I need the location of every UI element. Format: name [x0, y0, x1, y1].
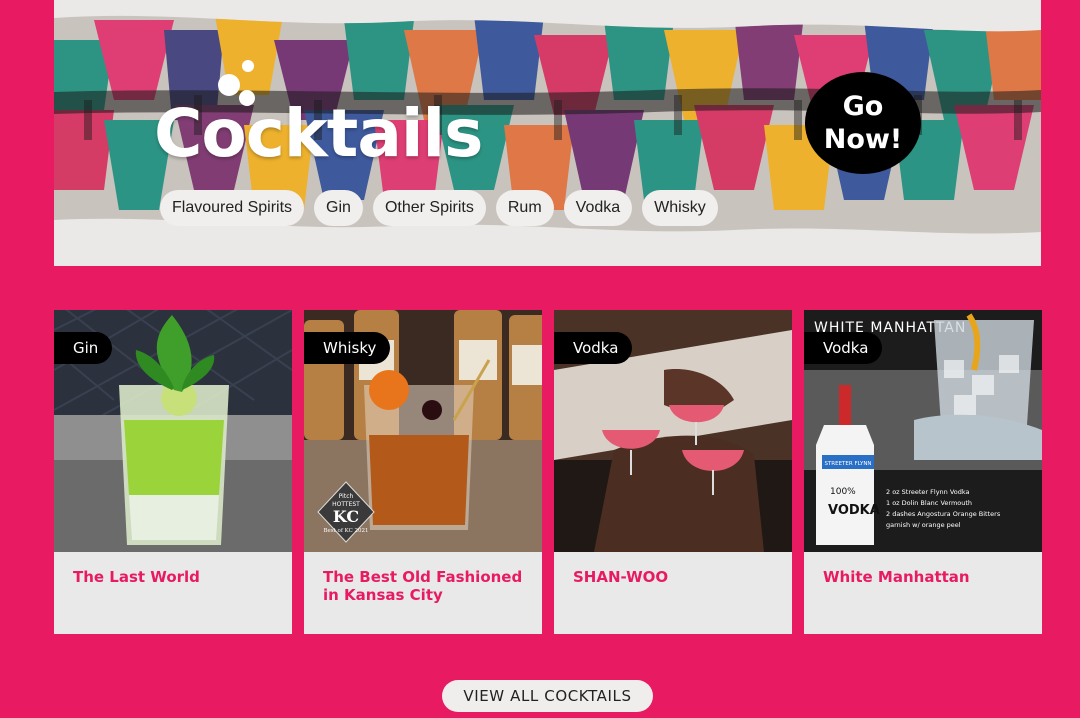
cocktail-photo: Vodka	[554, 310, 792, 552]
bottle-label: VODKA	[828, 503, 880, 518]
cocktail-title: White Manhattan	[823, 568, 970, 586]
cocktail-photo: WHITE MANHATTAN STREETER FLYNN 100% VODK…	[804, 310, 1042, 552]
go-now-line2: Now!	[823, 124, 903, 155]
category-tag: Vodka	[804, 332, 883, 364]
category-pill-whisky[interactable]: Whisky	[642, 190, 718, 226]
cocktail-card[interactable]: WHITE MANHATTAN STREETER FLYNN 100% VODK…	[804, 310, 1042, 634]
bottle-brand: STREETER FLYNN	[824, 461, 871, 467]
cocktails-banner: Cocktails Go Now! Flavoured Spirits Gin …	[54, 0, 1041, 266]
category-pill-rum[interactable]: Rum	[495, 190, 554, 226]
badge-text-1: Pitch	[339, 493, 354, 500]
badge-text-4: Best of KC 2021	[323, 528, 368, 534]
recipe-line: 2 dashes Angostura Orange Bitters	[886, 510, 1001, 518]
recipe-line: garnish w/ orange peel	[886, 521, 961, 529]
recipe-line: 1 oz Dolin Blanc Vermouth	[886, 499, 972, 507]
cocktail-photo: Gin	[54, 310, 292, 552]
badge-text-3: KC	[333, 507, 359, 526]
go-now-line1: Go	[842, 91, 884, 122]
category-tag: Vodka	[554, 332, 633, 364]
cocktail-card[interactable]: Vodka SHAN-WOO	[554, 310, 792, 634]
cocktail-title: SHAN-WOO	[573, 568, 669, 586]
view-all-cocktails-button[interactable]: VIEW ALL COCKTAILS	[442, 680, 653, 712]
category-tag: Gin	[54, 332, 113, 364]
category-pill-gin[interactable]: Gin	[314, 190, 363, 226]
bubble-decoration	[242, 60, 254, 72]
cocktail-title: The Last World	[73, 568, 200, 586]
category-pill-other-spirits[interactable]: Other Spirits	[372, 190, 486, 226]
bubble-decoration	[218, 74, 240, 96]
cocktail-card[interactable]: Gin The Last World	[54, 310, 292, 634]
cocktail-card-grid: Gin The Last World Pitch HOTTEST KC Best…	[54, 310, 1042, 634]
category-tag: Whisky	[304, 332, 391, 364]
cocktail-title: The Best Old Fashioned in Kansas City	[323, 568, 523, 604]
cocktail-card[interactable]: Pitch HOTTEST KC Best of KC 2021 Whisky …	[304, 310, 542, 634]
recipe-line: 2 oz Streeter Flynn Vodka	[886, 488, 970, 496]
category-pill-vodka[interactable]: Vodka	[563, 190, 633, 226]
cocktail-photo: Pitch HOTTEST KC Best of KC 2021 Whisky	[304, 310, 542, 552]
category-pill-flavoured-spirits[interactable]: Flavoured Spirits	[160, 190, 305, 226]
category-pills: Flavoured Spirits Gin Other Spirits Rum …	[160, 190, 718, 226]
bottle-percent: 100%	[830, 487, 856, 497]
banner-title: Cocktails	[154, 95, 483, 172]
go-now-button[interactable]: Go Now!	[805, 72, 921, 174]
